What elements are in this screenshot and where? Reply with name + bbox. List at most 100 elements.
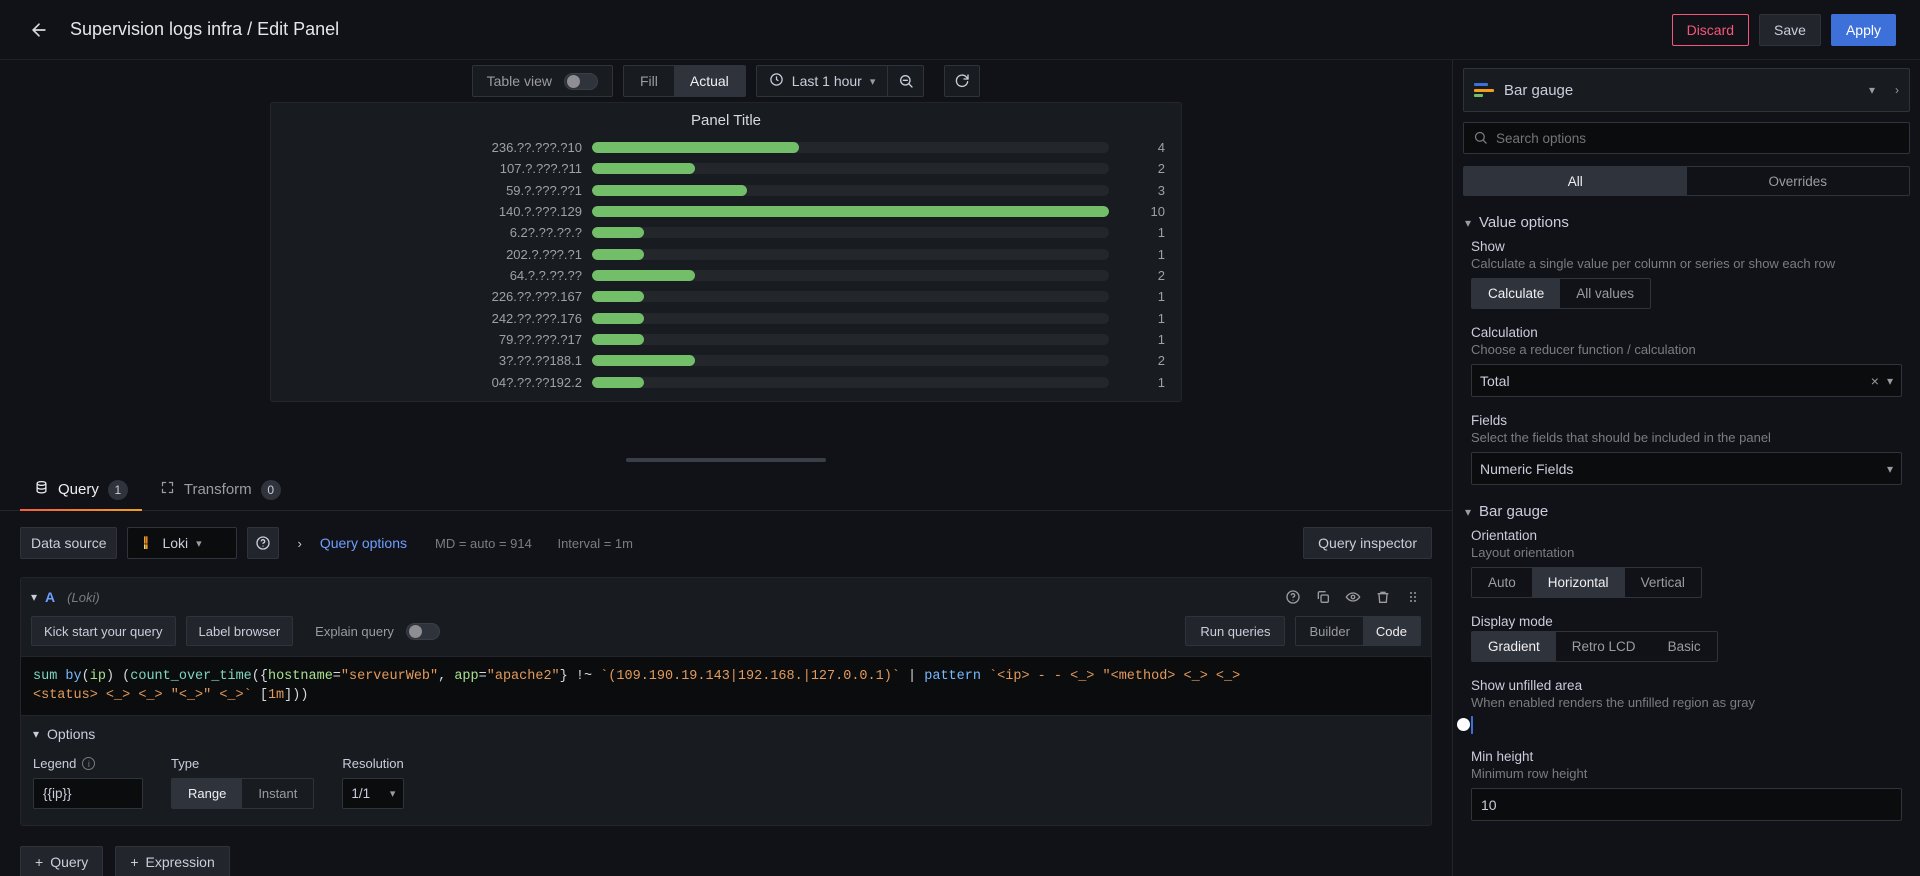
option-segment-basic[interactable]: Basic bbox=[1652, 632, 1717, 661]
tab-query[interactable]: Query 1 bbox=[20, 469, 142, 511]
query-options-link[interactable]: Query options bbox=[320, 535, 407, 551]
refresh-icon[interactable] bbox=[944, 65, 981, 97]
chevron-right-icon[interactable]: › bbox=[297, 536, 301, 551]
options-section-header[interactable]: ▾ Value options bbox=[1465, 214, 1902, 231]
bar-gauge-row: 129.???.?.140 10 bbox=[287, 202, 1165, 221]
bar-gauge-fill bbox=[592, 291, 644, 303]
datasource-picker[interactable]: Loki ▾ bbox=[127, 527, 238, 559]
builder-code-group: Builder Code bbox=[1295, 616, 1421, 646]
option-segment-auto[interactable]: Auto bbox=[1472, 568, 1532, 597]
run-queries-button[interactable]: Run queries bbox=[1185, 616, 1286, 646]
option-segment-all-values[interactable]: All values bbox=[1560, 279, 1650, 308]
time-range-button[interactable]: Last 1 hour ▾ bbox=[757, 66, 888, 96]
option-segment-retro-lcd[interactable]: Retro LCD bbox=[1556, 632, 1652, 661]
tab-overrides[interactable]: Overrides bbox=[1687, 167, 1910, 195]
options-pane: Bar gauge ▾ › All Overrides ▾ Value optio… bbox=[1452, 60, 1920, 876]
query-row-actions bbox=[1285, 589, 1421, 605]
option-label: Fields bbox=[1471, 413, 1508, 428]
time-range-label: Last 1 hour bbox=[791, 73, 862, 89]
option-select[interactable]: Total × ▾ bbox=[1471, 364, 1902, 397]
duplicate-icon[interactable] bbox=[1315, 589, 1331, 605]
query-options-toggle[interactable]: ▾ Options bbox=[33, 726, 1419, 742]
bar-gauge-row-value: 2 bbox=[1157, 353, 1165, 369]
bar-gauge-row-value: 1 bbox=[1157, 225, 1165, 241]
back-arrow-icon[interactable] bbox=[24, 15, 54, 45]
option-label: Orientation bbox=[1471, 528, 1538, 543]
bar-gauge-track bbox=[592, 376, 1109, 388]
table-view-switch[interactable] bbox=[563, 72, 598, 90]
bar-gauge-row-label: 10?.???.??.236 bbox=[491, 140, 582, 156]
option-toggle[interactable] bbox=[1457, 716, 1473, 734]
option-segment-vertical[interactable]: Vertical bbox=[1625, 568, 1701, 597]
database-icon bbox=[34, 480, 49, 499]
builder-button[interactable]: Builder bbox=[1296, 617, 1362, 645]
chevron-down-icon: ▾ bbox=[196, 537, 202, 550]
clear-icon[interactable]: × bbox=[1871, 373, 1879, 389]
explain-query-switch[interactable] bbox=[405, 622, 440, 640]
trash-icon[interactable] bbox=[1375, 589, 1391, 605]
bar-gauge-row-label: 11?.???.?.107 bbox=[499, 161, 582, 177]
table-view-toggle-group[interactable]: Table view bbox=[471, 65, 613, 97]
add-query-button[interactable]: + Query bbox=[20, 846, 104, 876]
chevron-down-icon[interactable]: ▾ bbox=[1869, 83, 1875, 97]
discard-button[interactable]: Discard bbox=[1671, 13, 1750, 46]
option-input[interactable] bbox=[1471, 788, 1902, 821]
panel-horizontal-scrollbar[interactable] bbox=[626, 458, 826, 462]
actual-button[interactable]: Actual bbox=[673, 66, 745, 96]
bar-gauge-track bbox=[592, 334, 1109, 346]
type-instant-button[interactable]: Instant bbox=[242, 779, 313, 808]
kickstart-query-button[interactable]: Kick start your query bbox=[31, 616, 176, 646]
resolution-select[interactable]: 1/1 ▾ bbox=[342, 778, 405, 809]
option-label: Min height bbox=[1471, 749, 1534, 764]
question-circle-icon[interactable] bbox=[247, 527, 280, 559]
query-datasource-note: (Loki) bbox=[67, 589, 100, 605]
clock-icon bbox=[769, 72, 784, 90]
option-segment-horizontal[interactable]: Horizontal bbox=[1531, 568, 1625, 597]
chevron-down-icon: ▾ bbox=[389, 788, 396, 800]
bar-gauge-row-value: 1 bbox=[1157, 332, 1165, 348]
zoom-out-icon[interactable] bbox=[887, 65, 923, 97]
query-code-editor[interactable]: sum by(ip) (count_over_time({hostname="s… bbox=[21, 656, 1431, 716]
option-select-value: Total bbox=[1480, 372, 1510, 389]
bar-gauge-track bbox=[592, 142, 1109, 154]
visualization-picker[interactable]: Bar gauge ▾ › bbox=[1463, 68, 1910, 112]
bar-gauge-fill bbox=[592, 334, 644, 346]
chevron-right-icon[interactable]: › bbox=[1895, 83, 1899, 97]
tab-transform[interactable]: Transform 0 bbox=[146, 469, 295, 510]
bar-gauge-track bbox=[592, 355, 1109, 367]
bar-gauge-track bbox=[592, 227, 1109, 239]
search-input[interactable] bbox=[1463, 122, 1910, 154]
options-section-title: Bar gauge bbox=[1479, 503, 1549, 520]
fill-button[interactable]: Fill bbox=[624, 66, 674, 96]
save-button[interactable]: Save bbox=[1759, 13, 1821, 46]
tab-all[interactable]: All bbox=[1464, 167, 1687, 195]
bar-gauge-track bbox=[592, 312, 1109, 324]
add-expression-button[interactable]: + Expression bbox=[115, 846, 230, 876]
query-ref-id: A bbox=[45, 589, 56, 605]
type-range-button[interactable]: Range bbox=[172, 779, 243, 808]
options-section-header[interactable]: ▾ Bar gauge bbox=[1465, 503, 1902, 520]
bar-gauge-row-label: ?.??.??.?6.2 bbox=[509, 225, 582, 241]
options-overrides-tabs: All Overrides bbox=[1463, 166, 1910, 196]
code-button[interactable]: Code bbox=[1362, 617, 1420, 645]
legend-input[interactable] bbox=[33, 778, 143, 809]
bar-gauge-row-value: 1 bbox=[1157, 246, 1165, 262]
apply-button[interactable]: Apply bbox=[1830, 13, 1896, 46]
bar-gauge-row-value: 10 bbox=[1150, 204, 1165, 220]
query-options-meta: MD = auto = 914 Interval = 1m bbox=[435, 536, 655, 551]
option-segment-calculate[interactable]: Calculate bbox=[1472, 279, 1561, 308]
bar-gauge-row-label: 129.???.?.140 bbox=[498, 204, 582, 220]
datasource-label: Data source bbox=[20, 527, 118, 559]
query-inspector-button[interactable]: Query inspector bbox=[1303, 527, 1432, 559]
eye-icon[interactable] bbox=[1345, 589, 1361, 605]
bar-gauge-fill bbox=[592, 206, 1109, 218]
option-select[interactable]: Numeric Fields ▾ bbox=[1471, 452, 1902, 485]
help-icon[interactable] bbox=[1285, 589, 1301, 605]
drag-handle-icon[interactable] bbox=[1405, 589, 1421, 605]
datasource-value: Loki bbox=[162, 535, 189, 551]
visualization-name: Bar gauge bbox=[1504, 81, 1574, 99]
option-segment-gradient[interactable]: Gradient bbox=[1472, 632, 1556, 661]
label-browser-button[interactable]: Label browser bbox=[185, 616, 294, 646]
collapse-query-icon[interactable]: ▾ bbox=[31, 590, 37, 604]
viz-toolbar: Table view Fill Actual Last 1 hour ▾ bbox=[0, 60, 1452, 102]
